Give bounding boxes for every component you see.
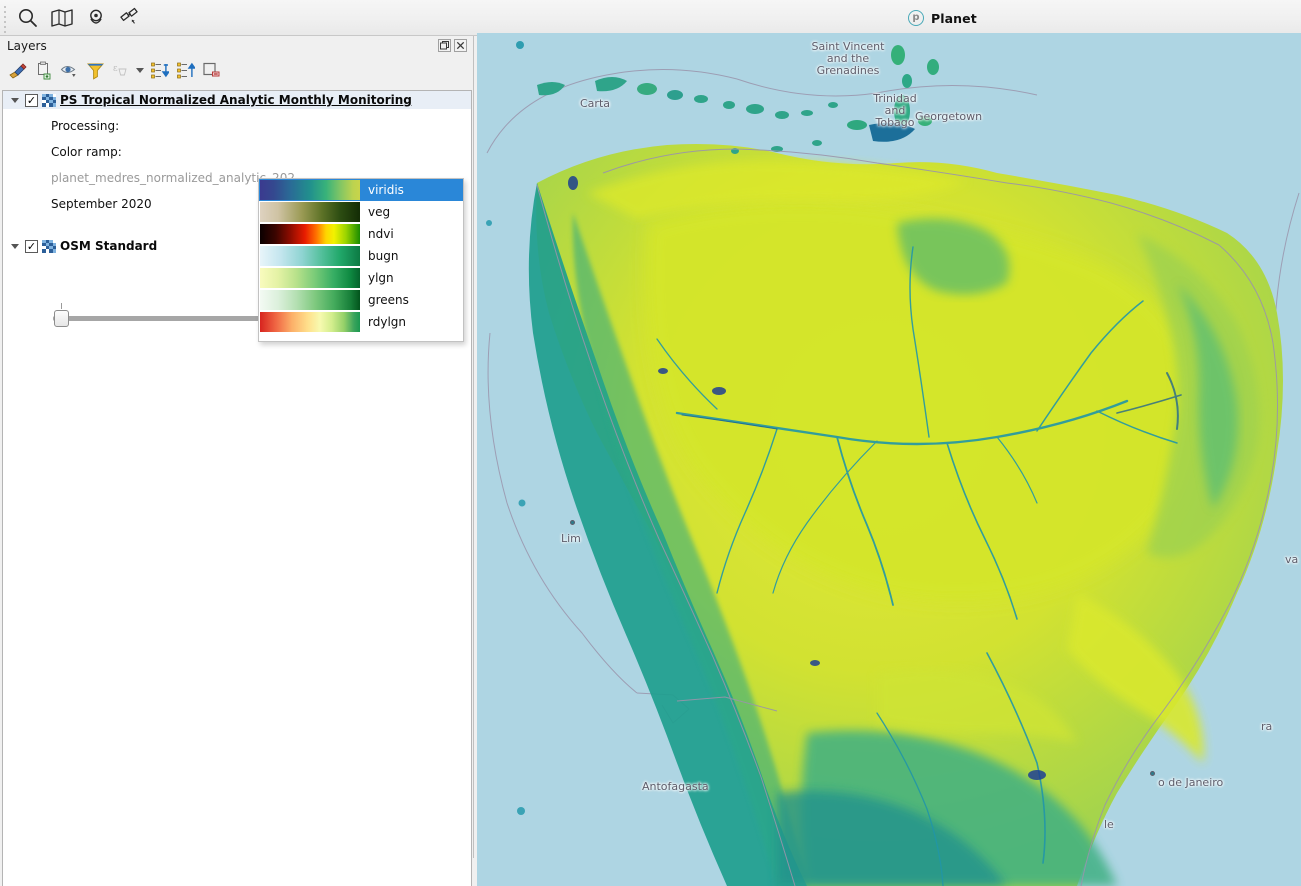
close-panel-button[interactable] (454, 39, 467, 52)
planet-brand-label: Planet (931, 10, 977, 26)
color-ramp-swatch (260, 246, 360, 266)
map-canvas[interactable]: Saint Vincent and the Grenadines Trinida… (477, 33, 1301, 886)
color-ramp-swatch (260, 290, 360, 310)
color-ramp-option-ndvi[interactable]: ndvi (259, 223, 463, 245)
manage-layer-visibility-icon[interactable] (57, 58, 81, 82)
color-ramp-option-label: greens (368, 293, 409, 307)
map-icon[interactable] (48, 4, 76, 32)
color-ramp-option-bugn[interactable]: bugn (259, 245, 463, 267)
main-toolbar: p Planet (0, 0, 1301, 36)
color-ramp-label: Color ramp: (51, 145, 122, 159)
expand-collapse-icon[interactable] (9, 240, 21, 252)
layer-tree-row-ps-tropical[interactable]: ✓ PS Tropical Normalized Analytic Monthl… (3, 91, 471, 109)
color-ramp-option-label: bugn (368, 249, 399, 263)
color-ramp-swatch (260, 268, 360, 288)
planet-brand: p Planet (908, 8, 977, 28)
expand-collapse-icon[interactable] (9, 94, 21, 106)
layer-name-label: OSM Standard (60, 239, 158, 253)
layer-name-label: PS Tropical Normalized Analytic Monthly … (60, 93, 412, 107)
filter-legend-icon[interactable] (83, 58, 107, 82)
planet-logo-icon: p (908, 10, 924, 26)
open-layer-styling-icon[interactable] (5, 58, 29, 82)
expand-all-icon[interactable] (147, 58, 171, 82)
color-ramp-option-label: veg (368, 205, 391, 219)
search-icon[interactable] (14, 4, 42, 32)
locate-icon[interactable] (82, 4, 110, 32)
slider-handle[interactable] (54, 310, 69, 327)
add-group-icon[interactable] (31, 58, 55, 82)
slider-groove[interactable] (53, 316, 261, 321)
collapse-all-icon[interactable] (173, 58, 197, 82)
color-ramp-option-greens[interactable]: greens (259, 289, 463, 311)
color-ramp-option-label: ylgn (368, 271, 394, 285)
color-ramp-option-label: rdylgn (368, 315, 406, 329)
color-ramp-swatch (260, 180, 360, 200)
date-label: September 2020 (51, 197, 152, 211)
layer-visibility-checkbox[interactable]: ✓ (25, 239, 38, 253)
processing-label: Processing: (51, 119, 120, 133)
color-ramp-option-ylgn[interactable]: ylgn (259, 267, 463, 289)
layers-panel-toolbar: ε (0, 56, 473, 84)
color-ramp-swatch (260, 224, 360, 244)
slider-tick (61, 303, 62, 309)
chevron-down-icon[interactable] (135, 59, 145, 81)
layer-visibility-checkbox[interactable]: ✓ (25, 93, 38, 107)
color-ramp-swatch (260, 202, 360, 222)
layers-panel-titlebar: Layers (0, 36, 473, 56)
float-panel-button[interactable] (438, 39, 451, 52)
raster-layer-icon (42, 239, 56, 253)
color-ramp-dropdown-list[interactable]: viridis veg ndvi bugn ylgn greens rdylgn (258, 178, 464, 342)
filter-legend-expression-icon[interactable]: ε (109, 58, 133, 82)
svg-text:ε: ε (113, 64, 118, 74)
map-render: Saint Vincent and the Grenadines Trinida… (477, 33, 1301, 886)
layers-panel-title: Layers (7, 39, 47, 53)
satellite-icon[interactable] (116, 4, 144, 32)
processing-row: Processing: (3, 113, 471, 139)
toolbar-drag-handle[interactable] (3, 6, 9, 33)
raster-layer-icon (42, 93, 56, 107)
remove-layer-icon[interactable] (199, 58, 223, 82)
color-ramp-option-label: ndvi (368, 227, 394, 241)
color-ramp-option-veg[interactable]: veg (259, 201, 463, 223)
color-ramp-swatch (260, 312, 360, 332)
color-ramp-row: Color ramp: (3, 139, 471, 165)
qgis-window: p Planet Layers ε ✓ PS Tropical Normaliz… (0, 0, 1301, 886)
color-ramp-option-label: viridis (368, 183, 404, 197)
layers-panel: Layers ε ✓ PS Tropical Normalized Analyt… (0, 36, 474, 886)
time-slider[interactable] (53, 303, 263, 329)
color-ramp-option-rdylgn[interactable]: rdylgn (259, 311, 463, 333)
color-ramp-option-viridis[interactable]: viridis (259, 179, 463, 201)
